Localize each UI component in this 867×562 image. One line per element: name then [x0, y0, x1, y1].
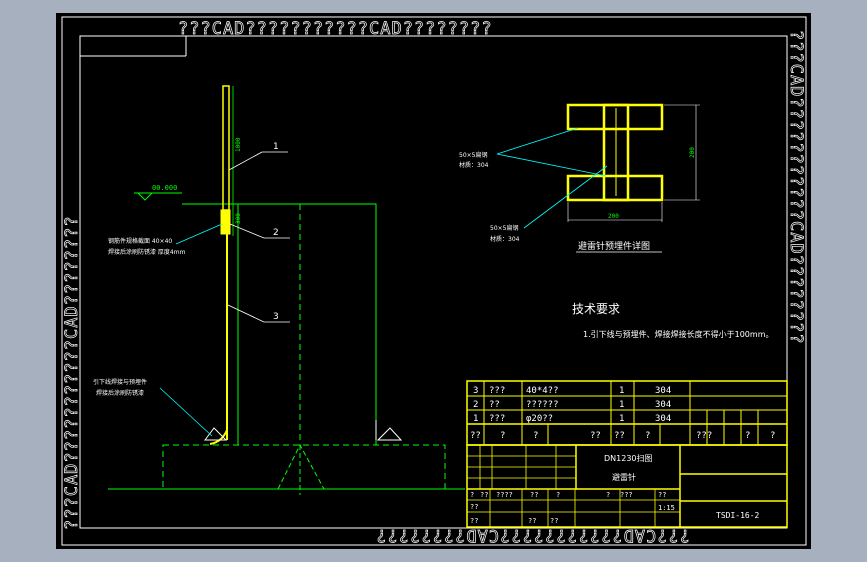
title-project: DN1230扫图 [604, 453, 653, 463]
detail-label-a-2: 材质：304 [459, 161, 489, 169]
callout-3: 3 [273, 312, 279, 322]
table-header-5: ? [645, 431, 650, 441]
table-row-1-name: ??? [489, 414, 505, 424]
title-drawing-no: TSDI-16-2 [716, 511, 760, 520]
watermark-left: ???CAD???????????CAD???????? [62, 215, 82, 530]
dim-1000: 1000 [235, 137, 242, 152]
table-row-2-material: 304 [655, 400, 671, 410]
detail-label-a-1: 50×5扁钢 [459, 151, 487, 159]
requirements-item-1: 1.引下线与预埋件、焊接焊接长度不得小于100mm。 [583, 329, 774, 339]
table-row-1-qty: 1 [619, 414, 624, 424]
title-cell-0: ? [470, 491, 474, 499]
rod-coupling[interactable] [220, 209, 231, 235]
title-cell-4: ? [556, 491, 560, 499]
title-cell-2: ???? [496, 491, 513, 499]
detail-label-b-2: 材质：304 [490, 235, 520, 243]
detail-dim-width: 200 [608, 213, 619, 220]
detail-label-b-1: 50×5扁钢 [490, 224, 518, 232]
note-bottom-2: 焊接后涂刷防锈漆 [96, 389, 144, 397]
table-row-1-no: 1 [473, 414, 478, 424]
dim-300: 300 [235, 213, 242, 224]
table-header-7: ? [745, 431, 750, 441]
table-header-6: ??? [696, 431, 712, 441]
table-row-2-no: 2 [473, 400, 478, 410]
callout-1: 1 [273, 142, 279, 152]
table-row-2-spec: ?????? [526, 400, 559, 410]
table-header-2: ? [533, 431, 538, 441]
table-header-4: ?? [614, 431, 625, 441]
title-cell-5: ? [606, 491, 610, 499]
requirements-title: 技术要求 [572, 302, 620, 316]
table-row-3-qty: 1 [619, 386, 624, 396]
table-header-0: ?? [470, 431, 481, 441]
title-cell-9: ?? [470, 517, 478, 525]
level-label: 00.000 [152, 184, 177, 192]
table-row-3-material: 304 [655, 386, 671, 396]
title-cell-3: ?? [530, 491, 538, 499]
watermark-top: ???CAD???????????CAD???????? [178, 19, 493, 39]
title-cell-7: ?? [658, 491, 666, 499]
note-weld: 焊接后涂刷防锈漆 厚度4mm [108, 248, 186, 256]
table-header-1: ? [500, 431, 505, 441]
title-scale: 1:15 [658, 504, 675, 512]
note-bottom-1: 引下线焊接与预埋件 [93, 378, 147, 386]
cad-drawing: ???CAD???????????CAD???????? ???CAD?????… [0, 0, 867, 562]
table-header-8: ? [770, 431, 775, 441]
table-row-3-spec: 40*4?? [526, 386, 559, 396]
note-steel: 钢筋件规格截面 40×40 [108, 237, 172, 245]
watermark-bottom: ???CAD???????????CAD???????? [375, 525, 690, 545]
table-row-3-name: ??? [489, 386, 505, 396]
title-cell-10: ?? [528, 517, 536, 525]
title-cell-11: ?? [550, 517, 558, 525]
detail-caption: 避雷针预埋件详图 [578, 240, 650, 252]
table-row-3-no: 3 [473, 386, 478, 396]
table-row-1-spec: φ20?? [526, 414, 553, 424]
title-cell-6: ??? [620, 491, 633, 499]
detail-dim-height: 200 [689, 147, 696, 158]
title-cell-1: ?? [480, 491, 488, 499]
title-part-name: 避雷针 [612, 472, 636, 482]
callout-2: 2 [273, 228, 279, 238]
drawing-canvas[interactable] [56, 13, 811, 549]
table-row-2-name: ?? [489, 400, 500, 410]
title-cell-8: ?? [470, 503, 478, 511]
table-row-2-qty: 1 [619, 400, 624, 410]
watermark-right: ???CAD???????????CAD???????? [786, 30, 806, 345]
table-header-3: ?? [590, 431, 601, 441]
table-row-1-material: 304 [655, 414, 671, 424]
